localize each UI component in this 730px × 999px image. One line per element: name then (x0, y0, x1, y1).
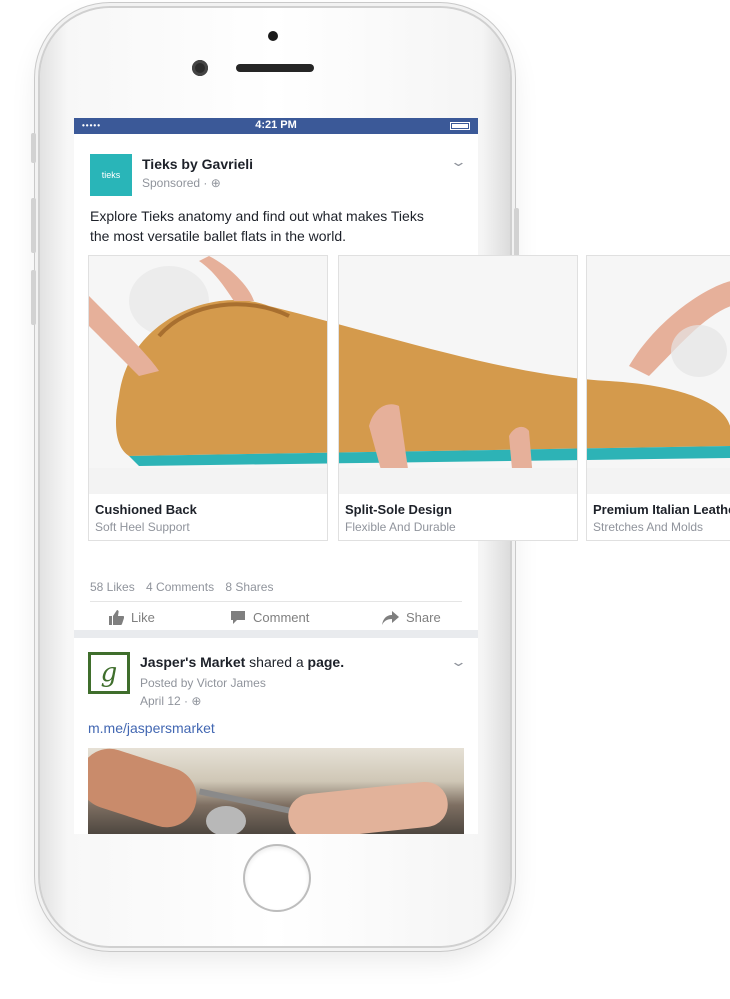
sponsored-label: Sponsored · (142, 176, 211, 190)
proximity-sensor (268, 31, 278, 41)
carousel[interactable]: Cushioned Back Soft Heel Support Split-S… (88, 255, 730, 541)
tieks-logo[interactable]: tieks (90, 154, 132, 196)
status-bar: ••••• 4:21 PM (74, 118, 478, 134)
post-actions: Like Comment Share (74, 606, 478, 634)
carousel-card[interactable]: Cushioned Back Soft Heel Support (88, 255, 328, 541)
post-headline: Jasper's Market shared a page. (140, 654, 344, 670)
card-subtitle: Flexible And Durable (345, 520, 456, 534)
card-image (89, 256, 327, 494)
post-stats: 58 Likes 4 Comments 8 Shares (90, 580, 281, 594)
page-name-link[interactable]: Jasper's Market (140, 654, 245, 670)
post-text: Explore Tieks anatomy and find out what … (90, 208, 424, 244)
card-title: Cushioned Back (95, 502, 197, 517)
front-camera (192, 60, 208, 76)
likes-count[interactable]: 58 Likes (90, 580, 135, 594)
logo-letter: g (91, 655, 127, 691)
volume-up-button (31, 198, 36, 253)
carousel-card[interactable]: Split-Sole Design Flexible And Durable (338, 255, 578, 541)
comment-icon (231, 611, 245, 624)
card-image (587, 256, 730, 494)
post-date-text: April 12 · (140, 694, 192, 708)
shared-page-post: g Jasper's Market shared a page. Posted … (74, 638, 478, 834)
shoe-image (587, 281, 730, 494)
battery-icon (450, 122, 470, 130)
volume-down-button (31, 270, 36, 325)
comment-button[interactable]: Comment (230, 610, 309, 625)
comment-label: Comment (253, 610, 310, 625)
like-label: Like (131, 610, 155, 625)
card-label: Premium Italian Leather Stretches And Mo… (587, 494, 730, 540)
photo-arm (88, 748, 205, 834)
shoe-image (89, 256, 327, 494)
mute-switch (31, 133, 36, 163)
chevron-down-icon[interactable]: ⌄ (450, 154, 467, 170)
posted-by: Posted by Victor James (140, 676, 266, 690)
logo-text: tieks (101, 170, 121, 180)
chevron-down-icon[interactable]: ⌄ (450, 654, 467, 670)
share-button[interactable]: Share (382, 610, 441, 625)
shoe-image (339, 324, 577, 494)
thumbs-up-icon (109, 610, 124, 625)
post-meta: Sponsored · ⊕ (142, 176, 221, 190)
post-photo[interactable] (88, 748, 464, 834)
card-subtitle: Stretches And Molds (593, 520, 704, 534)
carousel-card[interactable]: Premium Italian Leather Stretches And Mo… (586, 255, 730, 541)
card-image (339, 256, 577, 494)
shared-object-link[interactable]: page. (308, 654, 345, 670)
shared-text: shared a (249, 654, 304, 670)
shares-count[interactable]: 8 Shares (225, 580, 273, 594)
share-arrow-icon (382, 610, 399, 625)
messenger-link[interactable]: m.me/jaspersmarket (88, 720, 215, 736)
comments-count[interactable]: 4 Comments (146, 580, 214, 594)
home-button[interactable] (245, 846, 309, 910)
like-button[interactable]: Like (108, 610, 155, 625)
share-label: Share (406, 610, 441, 625)
card-title: Premium Italian Leather (593, 502, 730, 517)
card-title: Split-Sole Design (345, 502, 452, 517)
status-time: 4:21 PM (255, 119, 297, 131)
post-date: April 12 · ⊕ (140, 694, 201, 708)
photo-bowl (206, 806, 246, 834)
earpiece-speaker (236, 64, 314, 72)
jaspers-market-logo[interactable]: g (88, 652, 130, 694)
card-label: Split-Sole Design Flexible And Durable (339, 494, 577, 540)
card-subtitle: Soft Heel Support (95, 520, 190, 534)
globe-icon: ⊕ (210, 176, 221, 190)
card-label: Cushioned Back Soft Heel Support (89, 494, 327, 540)
page-name-link[interactable]: Tieks by Gavrieli (142, 156, 253, 172)
globe-icon: ⊕ (191, 694, 202, 708)
photo-hand (286, 779, 450, 834)
divider (90, 601, 462, 602)
